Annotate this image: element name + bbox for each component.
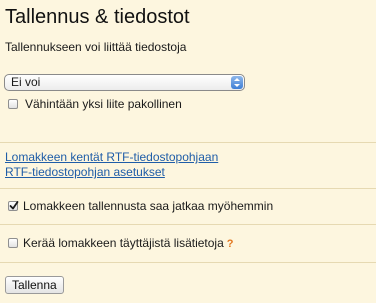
collect-info-label: Kerää lomakkeen täyttäjistä lisätietoja <box>23 236 224 250</box>
divider <box>0 142 376 143</box>
continue-later-label: Lomakkeen tallennusta saa jatkaa myöhemm… <box>23 199 274 213</box>
attachments-select-value: Ei voi <box>11 75 41 89</box>
attachments-label: Tallennukseen voi liittää tiedostoja <box>5 40 187 54</box>
save-button[interactable]: Tallenna <box>5 276 64 294</box>
checkmark-icon <box>9 201 19 210</box>
collect-info-checkbox[interactable] <box>8 238 18 248</box>
fields-template-link[interactable]: Lomakkeen kentät RTF-tiedostopohjaan <box>5 150 218 164</box>
page-title: Tallennus & tiedostot <box>5 6 190 28</box>
save-and-files-panel: Tallennus & tiedostot Tallennukseen voi … <box>0 0 376 303</box>
attachments-select[interactable]: Ei voi <box>4 74 245 91</box>
continue-later-checkbox[interactable] <box>8 201 19 211</box>
divider <box>0 188 376 189</box>
divider <box>0 262 376 263</box>
collect-info-row: Kerää lomakkeen täyttäjistä lisätietoja? <box>23 236 234 251</box>
required-attachment-checkbox[interactable] <box>8 99 18 109</box>
question-mark-icon[interactable]: ? <box>227 237 234 251</box>
select-arrows-icon <box>231 76 243 89</box>
template-settings-link[interactable]: RTF-tiedostopohjan asetukset <box>5 165 165 179</box>
divider <box>0 224 376 225</box>
required-attachment-label: Vähintään yksi liite pakollinen <box>25 97 182 111</box>
